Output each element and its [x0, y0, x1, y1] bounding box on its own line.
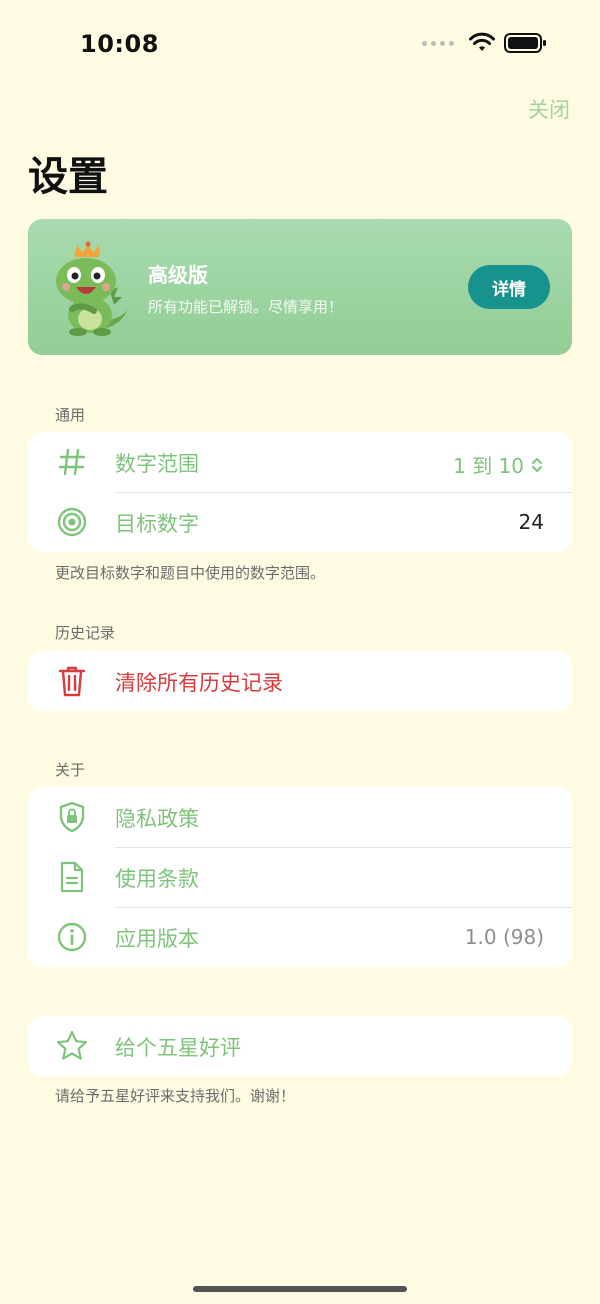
target-number-label: 目标数字	[115, 512, 199, 536]
about-section-header: 关于	[55, 761, 86, 779]
home-indicator	[193, 1286, 407, 1292]
app-version-value: 1.0 (98)	[464, 925, 544, 949]
rate-section-footer: 请给予五星好评来支持我们。谢谢！	[55, 1087, 296, 1105]
status-bar: 10:08	[0, 0, 600, 90]
target-icon	[56, 506, 88, 538]
about-group: 隐私政策 使用条款 应用版本 1.0 (98)	[28, 787, 572, 967]
premium-subtitle: 所有功能已解锁。尽情享用！	[148, 298, 344, 316]
cellular-signal-icon	[422, 40, 454, 46]
battery-icon	[504, 33, 546, 53]
rate-app-label: 给个五星好评	[115, 1036, 241, 1060]
hash-icon	[56, 446, 88, 478]
info-icon	[56, 921, 88, 953]
privacy-shield-icon	[56, 801, 88, 833]
number-range-value[interactable]: 1 到 10	[453, 450, 544, 479]
details-button[interactable]: 详情	[468, 265, 550, 309]
clear-history-row[interactable]: 清除所有历史记录	[28, 651, 572, 711]
general-group: 数字范围 1 到 10 目标数字 24	[28, 432, 572, 552]
terms-of-use-row[interactable]: 使用条款	[28, 847, 572, 907]
chevron-up-down-icon	[532, 457, 542, 472]
app-version-label: 应用版本	[115, 927, 199, 951]
number-range-label: 数字范围	[115, 452, 199, 476]
general-section-footer: 更改目标数字和题目中使用的数字范围。	[55, 564, 326, 582]
history-group: 清除所有历史记录	[28, 651, 572, 711]
premium-title: 高级版	[148, 263, 208, 287]
status-indicators	[422, 32, 548, 54]
star-icon	[56, 1030, 88, 1062]
document-icon	[56, 861, 88, 893]
history-section-header: 历史记录	[55, 624, 116, 642]
close-button[interactable]: 关闭	[528, 94, 570, 124]
wifi-icon	[469, 32, 495, 51]
target-number-row[interactable]: 目标数字 24	[28, 492, 572, 552]
app-version-row: 应用版本 1.0 (98)	[28, 907, 572, 967]
terms-of-use-label: 使用条款	[115, 867, 199, 891]
page-title: 设置	[28, 154, 108, 200]
rate-app-row[interactable]: 给个五星好评	[28, 1016, 572, 1076]
number-range-value-text: 1 到 10	[453, 454, 524, 478]
rate-group: 给个五星好评	[28, 1016, 572, 1076]
number-range-row[interactable]: 数字范围 1 到 10	[28, 432, 572, 492]
general-section-header: 通用	[55, 406, 86, 424]
privacy-policy-row[interactable]: 隐私政策	[28, 787, 572, 847]
trash-icon	[56, 665, 88, 697]
dinosaur-mascot-icon	[56, 241, 128, 336]
premium-card: 高级版 所有功能已解锁。尽情享用！ 详情	[28, 219, 572, 355]
status-time: 10:08	[80, 30, 159, 58]
target-number-value: 24	[518, 510, 544, 534]
privacy-policy-label: 隐私政策	[115, 807, 199, 831]
clear-history-label: 清除所有历史记录	[115, 671, 283, 695]
